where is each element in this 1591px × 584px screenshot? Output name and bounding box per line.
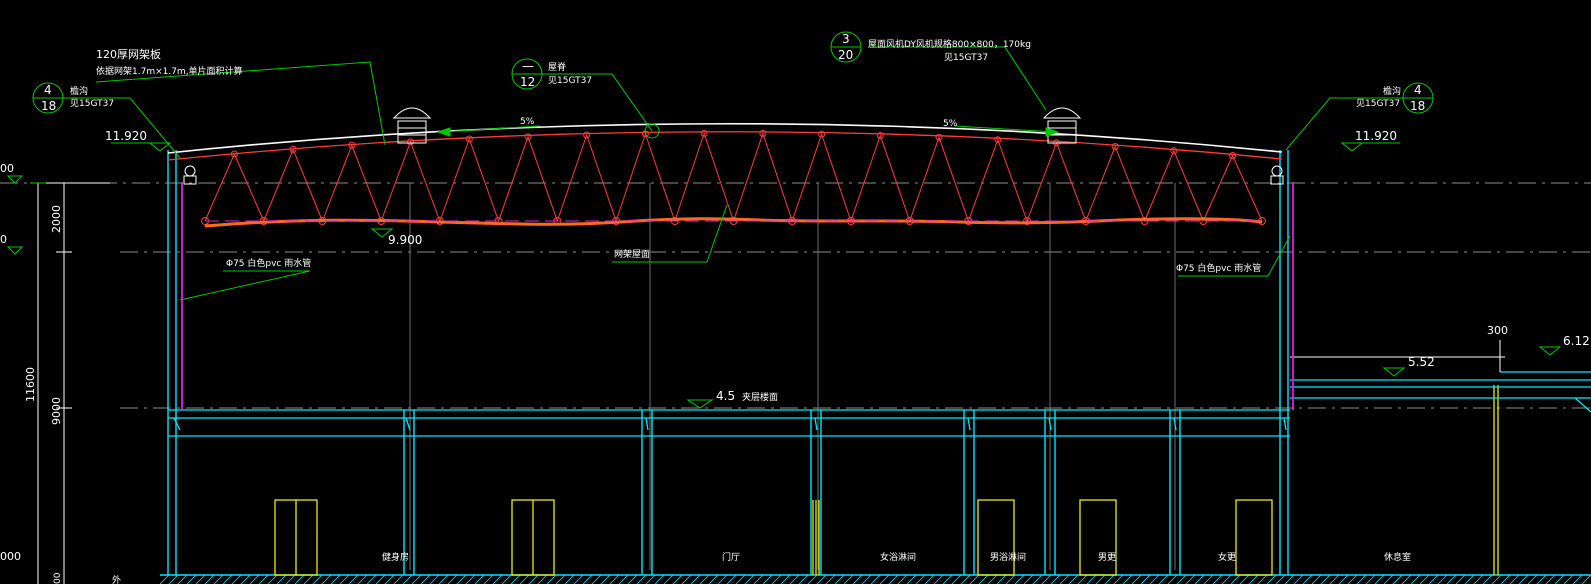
dim-300: 300 [1487,324,1508,337]
room-labels: 健身房 门厅 女浴淋间 男浴淋间 男更 女更 休息室 [382,551,1411,563]
room-label: 门厅 [722,551,740,563]
note-gutter-left-ref: 见15GT37 [70,98,114,109]
note-roof-panel-2: 依据网架1.7m×1.7m,单片面积计算 [96,65,243,77]
note-gutter-right: 檐沟 [1383,85,1401,97]
bubble-gutter-left-bottom: 18 [41,99,56,113]
bubble-gutter-left-top: 4 [44,83,52,97]
left-cut-text-2: 0 [0,233,7,246]
grid-lines [0,182,1591,409]
ground-line [159,574,1591,584]
dim-2000: 2000 [50,205,63,233]
elevation-drawing: 2000 9000 11600 00 0 000 00 外 健身房 门厅 女浴淋… [0,31,1591,584]
door-3 [977,499,1015,576]
note-floor: 夹层楼面 [742,391,778,403]
room-label: 女更 [1218,551,1236,563]
elev-parapet: 6.12 [1563,334,1590,348]
elev-canopy: 5.52 [1408,355,1435,369]
door-5 [1235,499,1273,576]
dimension-chain [30,182,110,584]
left-cut-text-5: 外 [112,574,121,584]
roof-sheet [167,131,1283,161]
ventilator-left [392,107,432,144]
left-cut-text-4: 00 [53,572,63,584]
slope-left: 5% [520,117,535,127]
bubble-ridge-bottom: 12 [520,75,535,89]
note-ventilator: 屋面风机DY风机规格800×800，170kg [868,38,1031,50]
room-label: 男更 [1098,552,1116,563]
column-grid-lines [409,183,1176,570]
note-ridge: 屋脊 [548,61,566,73]
annex-canopy [1290,371,1591,413]
bubble-ridge-top: — [522,59,534,73]
mezzanine-slab [168,409,1290,437]
doors [274,385,1499,576]
elevation-markers [148,142,1562,409]
note-downpipe-left: Φ75 白色pvc 雨水管 [226,257,311,269]
note-roof-panel-1: 120厚网架板 [96,47,161,61]
drain-pipes [181,182,1294,410]
elev-eave-right: 11.920 [1355,129,1397,143]
note-gutter-right-ref: 见15GT37 [1356,98,1400,109]
bubble-gutter-right-top: 4 [1414,83,1422,97]
left-cut-text-3: 000 [0,550,21,563]
columns [167,150,1289,575]
door-4 [1079,499,1117,576]
ventilator-right [1042,107,1082,144]
room-label: 休息室 [1384,551,1411,563]
bubble-gutter-right-bottom: 18 [1410,99,1425,113]
elev-truss-bottom: 9.900 [388,233,422,247]
note-ventilator-ref: 见15GT37 [944,52,988,63]
annex-lines [1290,340,1505,372]
left-level-markers [6,175,24,255]
elev-mezzanine: 4.5 [716,389,735,403]
bubble-ventilator-top: 3 [842,32,850,46]
left-cut-text-1: 00 [0,162,14,175]
note-grid-roof: 网架屋面 [614,249,650,260]
dim-11600: 11600 [24,367,37,402]
elev-eave-left: 11.920 [105,129,147,143]
note-gutter-left: 檐沟 [70,85,88,97]
room-label: 健身房 [382,551,409,563]
dim-9000: 9000 [50,397,63,425]
note-downpipe-right: Φ75 白色pvc 雨水管 [1176,262,1261,274]
slope-right: 5% [943,119,958,129]
support-bearings [183,165,1284,185]
bubble-ventilator-bottom: 20 [838,48,853,62]
note-ridge-ref: 见15GT37 [548,75,592,86]
room-label: 男浴淋间 [990,551,1026,563]
truss-web-members [204,131,1263,222]
room-label: 女浴淋间 [880,551,916,563]
